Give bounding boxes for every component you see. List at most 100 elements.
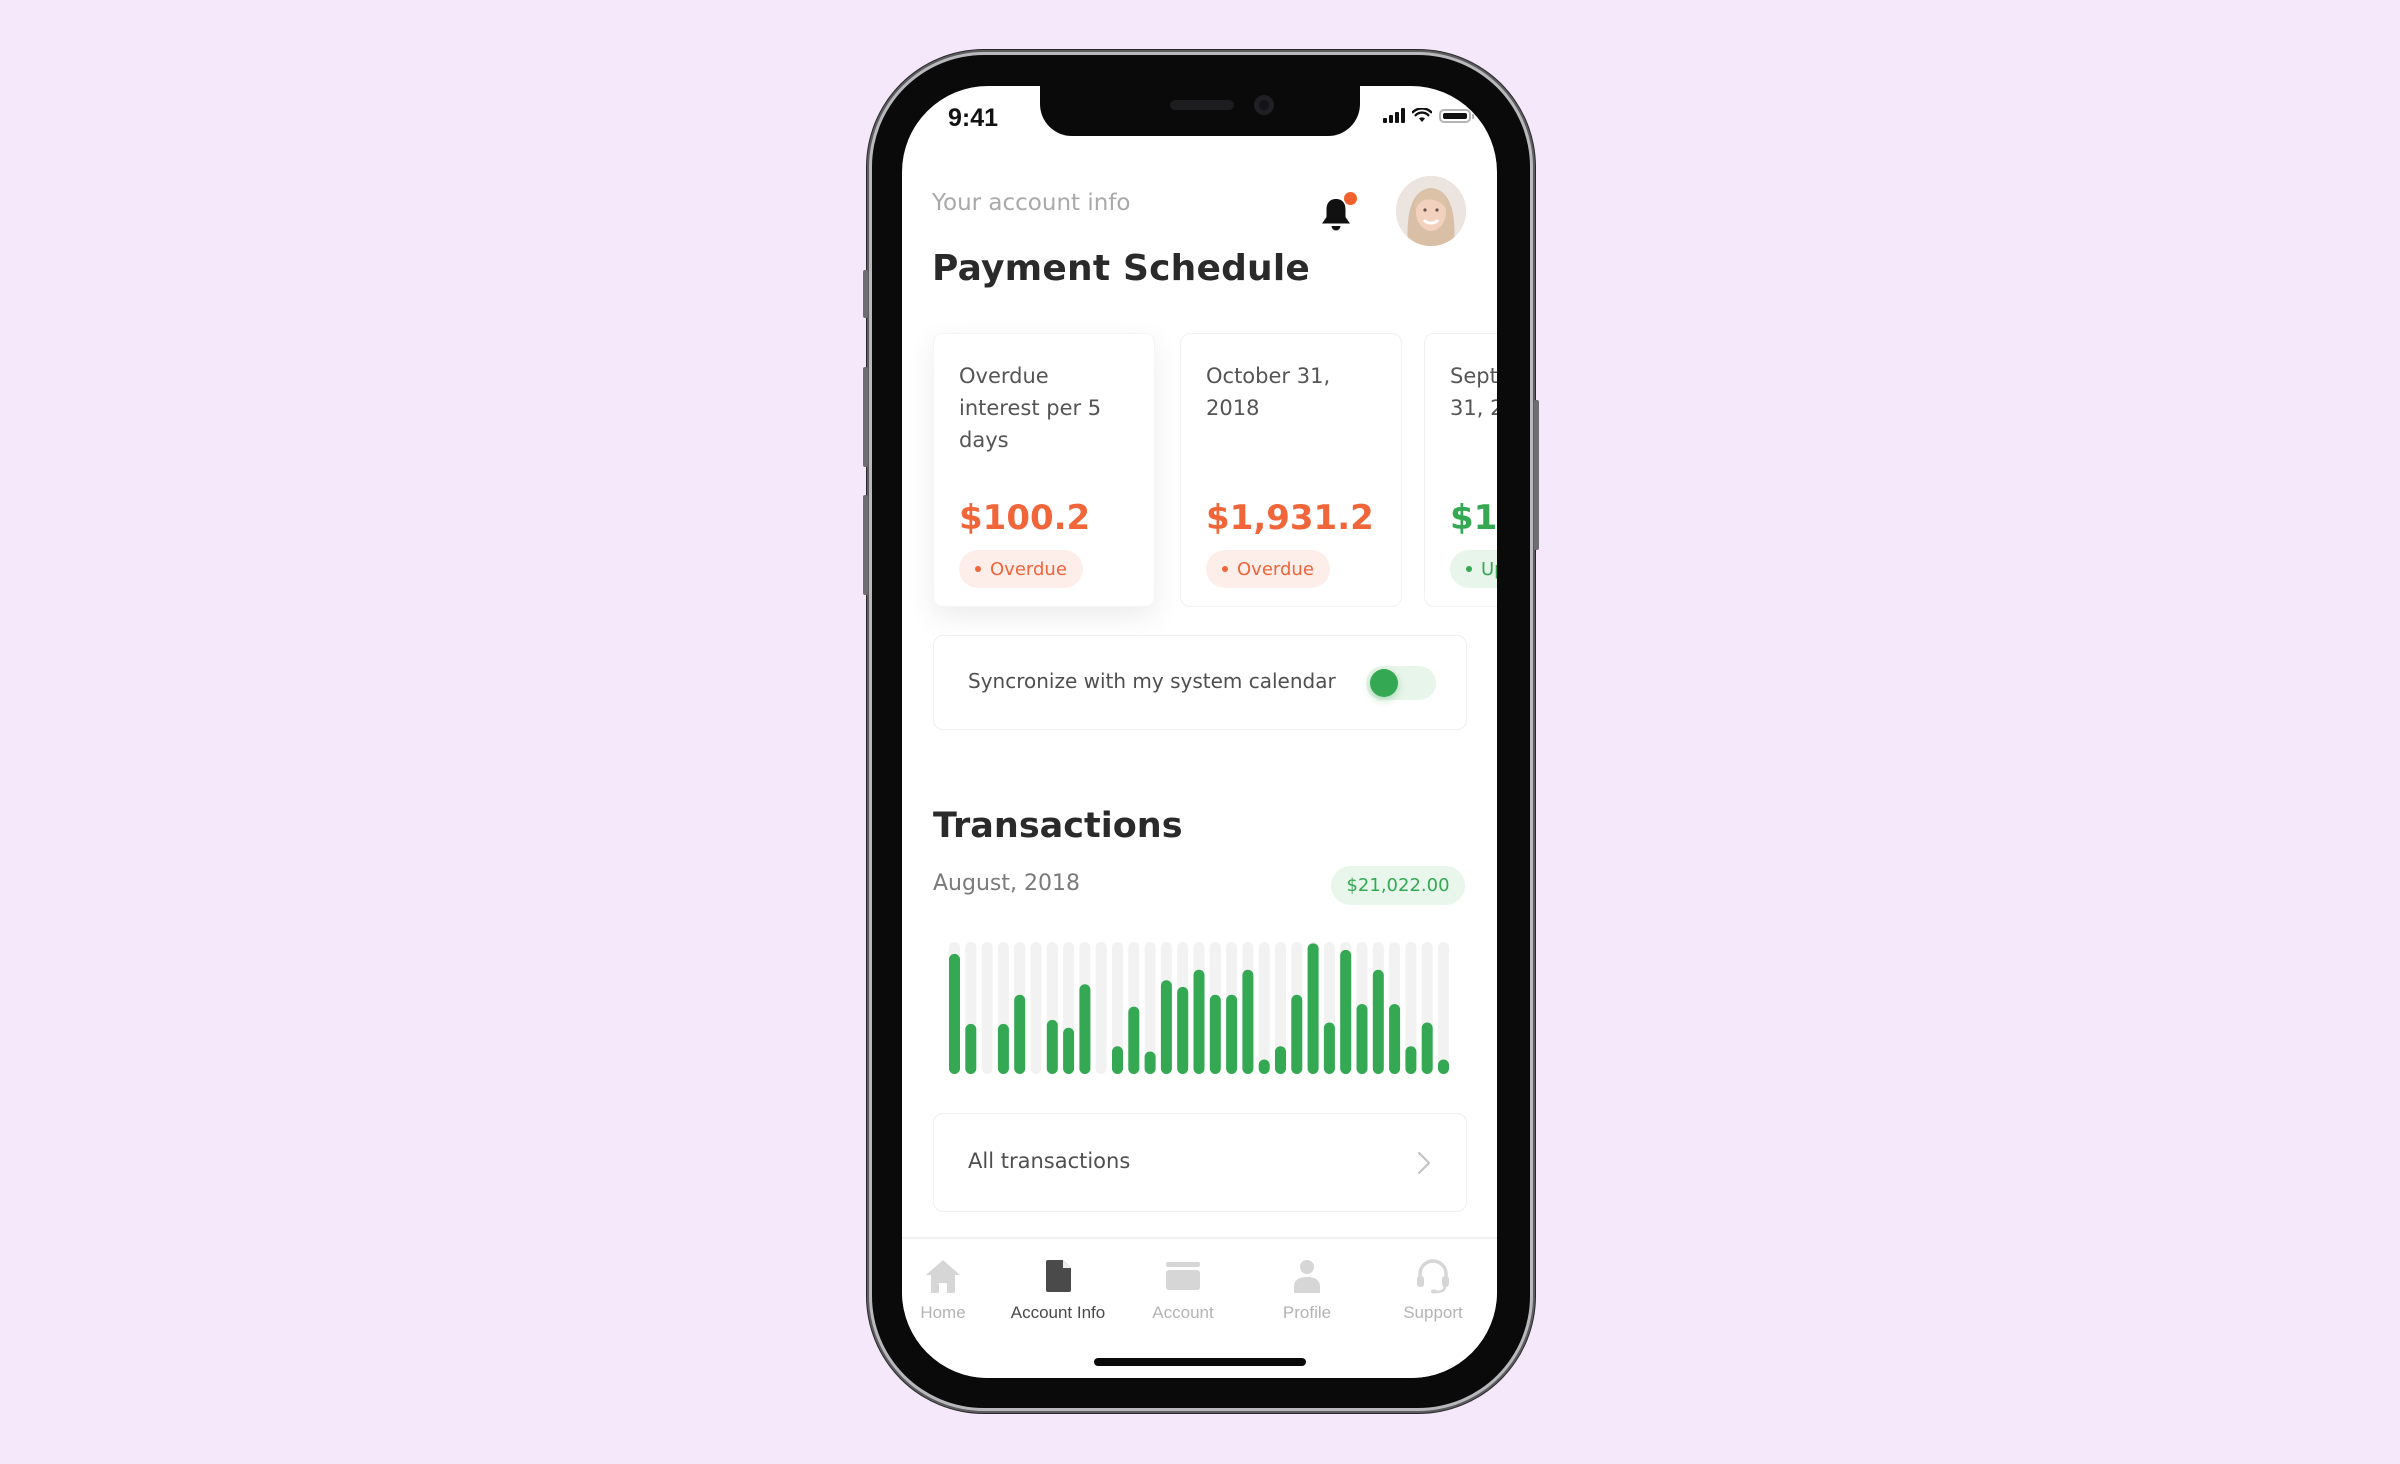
status-icons (1383, 108, 1474, 123)
tab-label: Account Info (1010, 1303, 1106, 1322)
status-badge: Overdue (959, 550, 1083, 588)
calendar-sync-label: Syncronize with my system calendar (968, 669, 1336, 693)
power-button (1534, 400, 1539, 550)
calendar-sync-row: Syncronize with my system calendar (933, 635, 1467, 730)
tab-home[interactable]: Home (902, 1257, 998, 1323)
payment-card[interactable]: October 31, 2018 $1,931.2 Overdue (1180, 333, 1402, 607)
chart-bar-day-11 (1112, 1046, 1123, 1074)
status-badge: Up (1450, 550, 1497, 588)
notifications-button[interactable] (1320, 192, 1357, 232)
chart-bar-day-17 (1209, 994, 1221, 1074)
payment-card-title: Sept 31, 2 (1450, 364, 1497, 420)
chart-bar-track (1030, 942, 1042, 1074)
chart-bar-day-14 (1160, 980, 1172, 1074)
payment-card-amount: $1,931.2 (1206, 498, 1374, 538)
battery-icon (1439, 108, 1474, 123)
cellular-signal-icon (1383, 108, 1405, 123)
transactions-month: August, 2018 (933, 871, 1080, 896)
chart-bar-day-13 (1144, 1051, 1156, 1074)
chart-bar-track (1095, 942, 1107, 1074)
wifi-icon (1412, 108, 1432, 122)
chart-bar-day-19 (1242, 969, 1254, 1074)
payment-card-amount: $100.2 (959, 498, 1091, 538)
chevron-right-icon (1417, 1151, 1431, 1175)
page-title: Payment Schedule (932, 248, 1311, 289)
payment-card[interactable]: Sept 31, 2 $1, Up (1424, 333, 1497, 607)
phone-frame: 9:41 Your account info Payment Schedule … (863, 55, 1539, 1408)
tab-account[interactable]: Account (1128, 1257, 1238, 1323)
chart-bar-day-23 (1307, 943, 1319, 1074)
chart-bar-day-18 (1226, 994, 1238, 1074)
chart-bar-day-5 (1014, 994, 1026, 1074)
chart-bar-day-1 (949, 953, 960, 1074)
payment-cards-carousel[interactable]: Overdue interest per 5 days $100.2 Overd… (933, 333, 1497, 623)
payment-card-amount: $1, (1450, 498, 1497, 538)
chart-bar-day-22 (1291, 994, 1303, 1074)
tab-label: Support (1403, 1303, 1463, 1322)
chart-bar-day-29 (1405, 1046, 1417, 1074)
chart-bar-track (981, 942, 993, 1074)
status-time: 9:41 (948, 104, 999, 132)
chart-bar-day-15 (1177, 986, 1189, 1074)
tab-label: Account (1152, 1303, 1214, 1322)
status-badge-label: Up (1481, 558, 1497, 580)
notification-badge (1344, 192, 1357, 205)
volume-down-button (863, 495, 868, 595)
toggle-knob (1370, 669, 1398, 697)
chart-bar-day-16 (1193, 969, 1205, 1074)
transactions-title: Transactions (933, 806, 1183, 846)
chart-bar-day-7 (1046, 1019, 1058, 1074)
chart-bar-day-8 (1063, 1027, 1075, 1074)
tab-bar: Home Account Info Account Profile Suppor… (902, 1237, 1497, 1378)
screen: 9:41 Your account info Payment Schedule … (902, 86, 1497, 1378)
notch (1040, 86, 1360, 136)
chart-bar-track (1258, 942, 1270, 1074)
tab-label: Home (920, 1303, 966, 1322)
chart-bar-day-26 (1356, 1004, 1368, 1074)
payment-card-title: Overdue interest per 5 days (959, 364, 1102, 452)
user-avatar[interactable] (1396, 176, 1466, 246)
chart-bar-day-31 (1438, 1059, 1449, 1074)
payment-card[interactable]: Overdue interest per 5 days $100.2 Overd… (933, 333, 1155, 607)
chart-bar-day-4 (997, 1023, 1009, 1074)
payment-card-title: October 31, 2018 (1206, 364, 1331, 420)
home-icon (926, 1260, 960, 1293)
chart-bar-day-25 (1340, 949, 1352, 1074)
card-icon (1166, 1262, 1200, 1290)
tab-support[interactable]: Support (1378, 1257, 1488, 1323)
avatar-portrait-icon (1396, 176, 1466, 246)
tab-profile[interactable]: Profile (1252, 1257, 1362, 1323)
status-badge-label: Overdue (990, 558, 1067, 580)
volume-up-button (863, 367, 868, 467)
status-dot-icon (1466, 566, 1472, 572)
chart-bar-day-2 (965, 1023, 977, 1074)
chart-bar-day-30 (1421, 1022, 1433, 1074)
status-badge: Overdue (1206, 550, 1330, 588)
header-subtitle: Your account info (932, 190, 1131, 216)
status-badge-label: Overdue (1237, 558, 1314, 580)
chart-bar-day-21 (1275, 1046, 1286, 1074)
all-transactions-button[interactable]: All transactions (933, 1113, 1467, 1212)
chart-bar-day-24 (1323, 1022, 1335, 1074)
speaker-grille (1170, 100, 1234, 110)
front-camera (1254, 95, 1274, 115)
person-icon (1294, 1260, 1320, 1293)
chart-bar-day-28 (1389, 1004, 1401, 1074)
transactions-bar-chart (949, 942, 1449, 1074)
chart-bar-day-9 (1079, 984, 1091, 1074)
transactions-total-badge: $21,022.00 (1331, 866, 1465, 905)
headset-icon (1417, 1259, 1449, 1294)
status-dot-icon (1222, 566, 1228, 572)
status-dot-icon (975, 566, 981, 572)
chart-bar-day-20 (1258, 1059, 1270, 1074)
tab-account-info[interactable]: Account Info (1003, 1257, 1113, 1323)
chart-bar-track (1438, 942, 1449, 1074)
tab-label: Profile (1282, 1303, 1332, 1322)
home-indicator[interactable] (1094, 1358, 1306, 1366)
chart-bar-day-27 (1372, 969, 1384, 1074)
chart-bar-day-12 (1128, 1006, 1140, 1074)
silent-switch (863, 270, 868, 318)
document-icon (1046, 1260, 1071, 1292)
all-transactions-label: All transactions (968, 1149, 1131, 1173)
calendar-sync-toggle[interactable] (1366, 666, 1436, 700)
